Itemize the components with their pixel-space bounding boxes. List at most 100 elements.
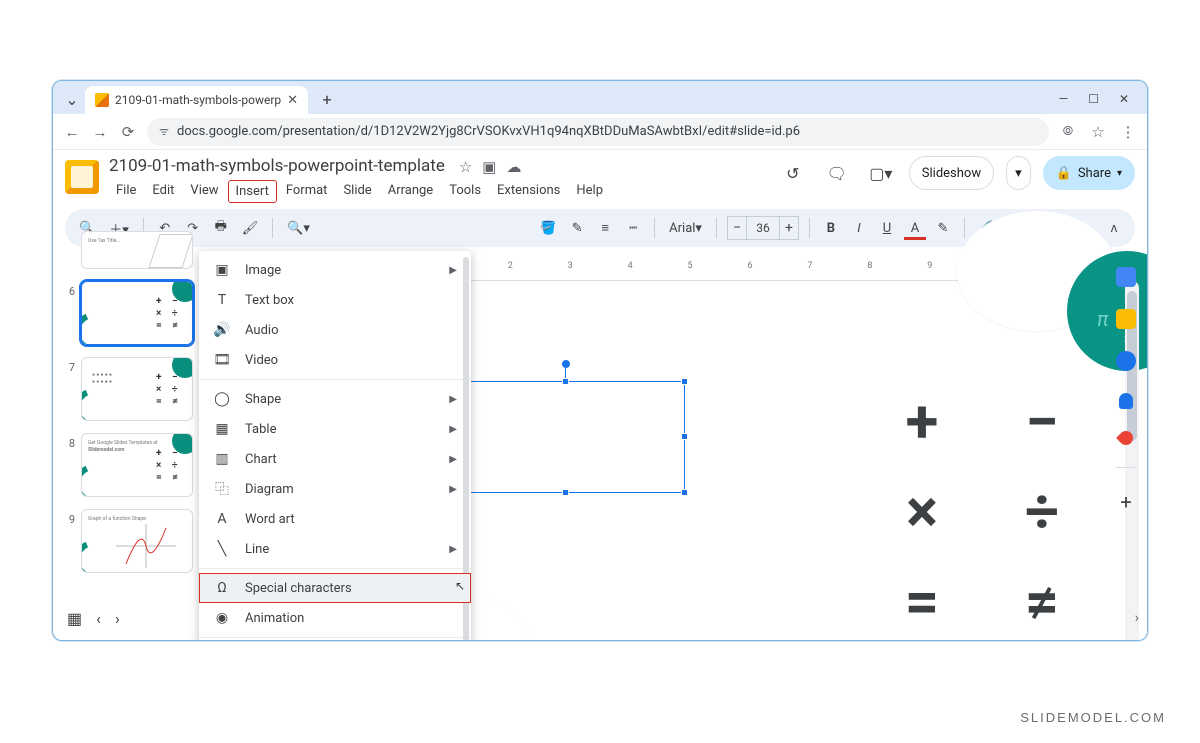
comments-icon[interactable]: 🗨 [821, 157, 853, 189]
menu-item-special-characters[interactable]: ΩSpecial characters↖ [199, 573, 471, 603]
prev-slide-icon[interactable]: ‹ [96, 609, 101, 628]
border-dash-icon[interactable]: ┉ [622, 216, 644, 240]
watermark: SLIDEMODEL.COM [1020, 710, 1166, 725]
menu-slide[interactable]: Slide [336, 180, 378, 203]
symbol-equals[interactable]: = [905, 566, 939, 637]
next-slide-icon[interactable]: › [115, 609, 120, 628]
print-icon[interactable]: 🖶 [210, 216, 232, 240]
maps-icon[interactable] [1116, 428, 1136, 448]
menu-help[interactable]: Help [569, 180, 610, 203]
slide-thumb[interactable]: Get Google Slides Templates atSlidemodel… [81, 433, 193, 497]
history-icon[interactable]: ↺ [777, 157, 809, 189]
menu-item-icon: A [213, 511, 231, 527]
chrome-menu-icon[interactable]: ⋮ [1119, 123, 1137, 141]
menu-item-table[interactable]: ▦Table▶ [199, 414, 471, 444]
resize-handle[interactable] [562, 489, 569, 496]
slides-logo-icon[interactable] [65, 160, 99, 194]
nav-forward-icon[interactable]: → [91, 123, 109, 141]
url-field[interactable]: ᯤ docs.google.com/presentation/d/1D12V2W… [147, 118, 1049, 146]
menu-edit[interactable]: Edit [145, 180, 181, 203]
slide-thumb[interactable]: + −× ÷= ≠ [81, 281, 193, 345]
tab-list-icon[interactable]: ⌄ [63, 90, 81, 108]
menu-arrange[interactable]: Arrange [381, 180, 440, 203]
site-info-icon[interactable]: ᯤ [159, 124, 169, 139]
hide-sidepanel-icon[interactable]: › [1135, 610, 1139, 626]
nav-back-icon[interactable]: ← [63, 123, 81, 141]
bold-icon[interactable]: B [820, 216, 842, 240]
tasks-icon[interactable] [1116, 351, 1136, 371]
move-icon[interactable]: ▣ [482, 158, 496, 176]
share-button[interactable]: 🔒 Share ▾ [1043, 156, 1135, 190]
maximize-icon[interactable]: ☐ [1088, 92, 1099, 106]
fill-color-icon[interactable]: 🪣 [536, 216, 560, 240]
menu-item-chart[interactable]: ▥Chart▶ [199, 444, 471, 474]
text-color-icon[interactable]: A [904, 216, 926, 240]
cloud-status-icon[interactable]: ☁ [506, 158, 521, 176]
menu-item-line[interactable]: ╲Line▶ [199, 534, 471, 564]
menu-item-image[interactable]: ▣Image▶ [199, 255, 471, 285]
paint-format-icon[interactable]: 🖌 [238, 216, 263, 240]
keep-icon[interactable] [1116, 309, 1136, 329]
new-tab-button[interactable]: + [314, 86, 340, 112]
meet-icon[interactable]: ▢▾ [865, 157, 897, 189]
tab-close-icon[interactable]: ✕ [287, 93, 298, 108]
slide-thumb[interactable]: Graph of a function Shape [81, 509, 193, 573]
font-size-value[interactable]: 36 [747, 216, 779, 240]
menu-item-label: Diagram [245, 482, 435, 497]
slide-thumb[interactable]: Use Tax Title... [81, 231, 193, 269]
border-color-icon[interactable]: ✎ [566, 216, 588, 240]
menu-extensions[interactable]: Extensions [490, 180, 567, 203]
symbol-times[interactable]: × [906, 476, 938, 547]
nav-reload-icon[interactable]: ⟳ [119, 123, 137, 141]
menu-item-shape[interactable]: ◯Shape▶ [199, 384, 471, 414]
font-size-increase[interactable]: + [779, 216, 799, 240]
border-weight-icon[interactable]: ≡ [594, 216, 616, 240]
resize-handle[interactable] [681, 433, 688, 440]
selected-text-box[interactable] [447, 381, 685, 493]
rotate-handle[interactable] [562, 360, 570, 368]
document-title[interactable]: 2109-01-math-symbols-powerpoint-template [109, 156, 445, 176]
minimize-icon[interactable]: — [1059, 92, 1068, 106]
slide-thumb[interactable]: ● ● ● ● ●● ● ● ● ● + −× ÷= ≠ [81, 357, 193, 421]
highlight-color-icon[interactable]: ✎ [932, 216, 954, 240]
menu-view[interactable]: View [183, 180, 225, 203]
contacts-icon[interactable] [1119, 393, 1133, 409]
underline-icon[interactable]: U [876, 216, 898, 240]
translate-icon[interactable]: ⦾ [1059, 123, 1077, 141]
add-addon-icon[interactable]: + [1120, 490, 1131, 514]
menu-item-diagram[interactable]: ⿻Diagram▶ [199, 474, 471, 504]
font-size-decrease[interactable]: − [727, 216, 747, 240]
menu-file[interactable]: File [109, 180, 143, 203]
menu-item-animation[interactable]: ◉Animation [199, 603, 471, 633]
menu-item-icon: ▣ [213, 262, 231, 278]
menu-tools[interactable]: Tools [442, 180, 488, 203]
font-family-select[interactable]: Arial ▾ [665, 216, 706, 240]
collapse-toolbar-icon[interactable]: ʌ [1103, 216, 1125, 240]
slideshow-dropdown[interactable]: ▾ [1006, 156, 1031, 190]
slideshow-button[interactable]: Slideshow [909, 156, 994, 190]
zoom-icon[interactable]: 🔍▾ [283, 216, 314, 240]
grid-view-icon[interactable]: ▦ [67, 609, 82, 628]
close-window-icon[interactable]: ✕ [1119, 92, 1129, 106]
menu-insert[interactable]: Insert [228, 180, 277, 203]
browser-tab[interactable]: 2109-01-math-symbols-powerp ✕ [85, 86, 308, 114]
calendar-icon[interactable] [1116, 267, 1136, 287]
italic-icon[interactable]: I [848, 216, 870, 240]
star-icon[interactable]: ☆ [459, 158, 472, 176]
resize-handle[interactable] [681, 378, 688, 385]
symbol-divide[interactable]: ÷ [1025, 476, 1059, 547]
menu-item-video[interactable]: 🎞Video [199, 345, 471, 375]
menu-item-word-art[interactable]: A Word art [199, 504, 471, 534]
symbol-minus[interactable]: − [1025, 386, 1058, 457]
slide-canvas[interactable]: + − × ÷ = ≠ [437, 281, 1148, 641]
browser-address-bar: ← → ⟳ ᯤ docs.google.com/presentation/d/1… [53, 114, 1147, 150]
bookmark-icon[interactable]: ☆ [1089, 123, 1107, 141]
symbol-notequal[interactable]: ≠ [1025, 566, 1059, 637]
symbol-plus[interactable]: + [906, 386, 939, 457]
menu-item-label: Word art [245, 512, 457, 527]
resize-handle[interactable] [681, 489, 688, 496]
menu-format[interactable]: Format [279, 180, 335, 203]
menu-item-audio[interactable]: 🔊Audio [199, 315, 471, 345]
resize-handle[interactable] [562, 378, 569, 385]
menu-item-text-box[interactable]: TText box [199, 285, 471, 315]
